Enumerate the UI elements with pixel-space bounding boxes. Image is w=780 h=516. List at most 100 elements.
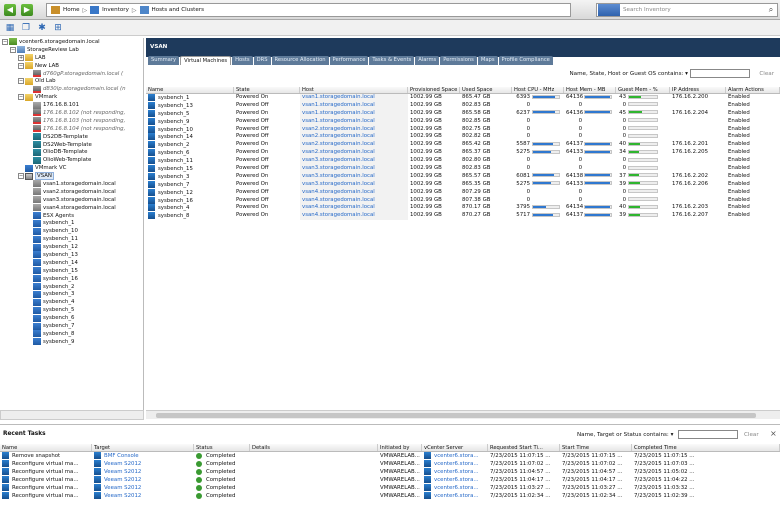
tree-item[interactable]: − VSAN: [0, 172, 143, 181]
column-header[interactable]: Host CPU - MHz: [512, 87, 564, 93]
tree-item[interactable]: sysbench_13: [0, 251, 143, 259]
task-vcenter-link[interactable]: vcenter6.stora...: [434, 485, 479, 491]
tab-maps[interactable]: Maps: [477, 56, 498, 65]
column-header[interactable]: Provisioned Space: [408, 87, 460, 93]
tree-item[interactable]: − vcenter6.storagedomain.local: [0, 38, 143, 46]
tree-item[interactable]: vsan1.storagedomain.local: [0, 180, 143, 188]
tree-item[interactable]: sysbench_5: [0, 306, 143, 314]
tree-item[interactable]: 176.16.8.103 (not responding,: [0, 117, 143, 125]
table-row[interactable]: sysbench_4 Powered On vsan4.storagedomain.…: [146, 204, 780, 213]
task-vcenter-link[interactable]: vcenter6.stora...: [434, 461, 479, 467]
tree-item[interactable]: ESX Agents: [0, 212, 143, 220]
task-target[interactable]: BMF Console: [92, 452, 194, 460]
task-vcenter[interactable]: vcenter6.stora...: [422, 468, 488, 476]
new-vm-icon[interactable]: ❐: [20, 22, 32, 34]
tab-drs[interactable]: DRS: [253, 56, 271, 65]
table-row[interactable]: sysbench_8 Powered On vsan4.storagedomain.…: [146, 212, 780, 221]
task-row[interactable]: Reconfigure virtual ma... Veeam S2012 Comp…: [0, 468, 780, 476]
tree-item[interactable]: 176.16.8.104 (not responding,: [0, 125, 143, 133]
search-icon[interactable]: ⌕: [765, 4, 777, 16]
task-target-link[interactable]: Veeam S2012: [104, 469, 141, 475]
table-row[interactable]: sysbench_15 Powered Off vsan3.storagedomai…: [146, 165, 780, 173]
tree-item[interactable]: d760gP.storagedomain.local (: [0, 70, 143, 78]
search-scope-icon[interactable]: [598, 4, 620, 16]
task-target[interactable]: Veeam S2012: [92, 492, 194, 500]
task-vcenter-link[interactable]: vcenter6.stora...: [434, 469, 479, 475]
column-header[interactable]: IP Address: [670, 87, 726, 93]
vm-name-cell[interactable]: sysbench_10: [146, 125, 234, 134]
task-target[interactable]: Veeam S2012: [92, 460, 194, 468]
tree-item[interactable]: − Old Lab: [0, 77, 143, 85]
column-header[interactable]: Host: [300, 87, 408, 93]
vm-name-cell[interactable]: sysbench_6: [146, 149, 234, 157]
tree-item[interactable]: + LAB: [0, 54, 143, 62]
vm-name-cell[interactable]: sysbench_9: [146, 117, 234, 126]
vm-host[interactable]: vsan2.storagedomain.local: [300, 125, 408, 134]
collapse-icon[interactable]: −: [2, 38, 8, 45]
collapse-icon[interactable]: −: [18, 78, 24, 85]
tree-item[interactable]: sysbench_8: [0, 330, 143, 338]
tree-item[interactable]: − StorageReview Lab: [0, 46, 143, 54]
column-header[interactable]: Guest Mem - %: [616, 87, 670, 93]
task-row[interactable]: Reconfigure virtual ma... Veeam S2012 Comp…: [0, 476, 780, 484]
task-target-link[interactable]: Veeam S2012: [104, 461, 141, 467]
tree-item[interactable]: d830lp.storagedomain.local (n: [0, 85, 143, 93]
vm-name-cell[interactable]: sysbench_8: [146, 212, 234, 220]
column-header[interactable]: Status: [194, 444, 250, 451]
vm-name-cell[interactable]: sysbench_13: [146, 101, 234, 110]
vm-host[interactable]: vsan2.storagedomain.local: [300, 133, 408, 142]
tree-item[interactable]: sysbench_2: [0, 283, 143, 291]
tab-summary[interactable]: Summary: [148, 56, 180, 65]
table-row[interactable]: sysbench_13 Powered Off vsan1.storagedomai…: [146, 101, 780, 110]
tree-item[interactable]: 176.16.8.102 (not responding,: [0, 109, 143, 117]
task-target-link[interactable]: BMF Console: [104, 453, 139, 459]
clear-link[interactable]: Clear: [759, 71, 774, 77]
vm-name-cell[interactable]: sysbench_11: [146, 157, 234, 165]
vm-host[interactable]: vsan4.storagedomain.local: [300, 204, 408, 213]
column-header[interactable]: Completed Time: [632, 444, 780, 451]
column-header[interactable]: State: [234, 87, 300, 93]
table-row[interactable]: sysbench_3 Powered On vsan3.storagedomain.…: [146, 172, 780, 181]
tree-item[interactable]: sysbench_4: [0, 298, 143, 306]
task-vcenter[interactable]: vcenter6.stora...: [422, 492, 488, 500]
table-scrollbar[interactable]: [146, 410, 780, 419]
task-target[interactable]: Veeam S2012: [92, 468, 194, 476]
tree-item[interactable]: sysbench_15: [0, 267, 143, 275]
breadcrumb-inventory[interactable]: Inventory: [102, 7, 129, 13]
vm-name-cell[interactable]: sysbench_3: [146, 172, 234, 181]
tasks-clear-link[interactable]: Clear: [744, 432, 759, 438]
vm-name-cell[interactable]: sysbench_2: [146, 141, 234, 149]
vm-host[interactable]: vsan1.storagedomain.local: [300, 109, 408, 118]
vm-host[interactable]: vsan1.storagedomain.local: [300, 94, 408, 102]
vm-host[interactable]: vsan3.storagedomain.local: [300, 172, 408, 181]
task-row[interactable]: Reconfigure virtual ma... Veeam S2012 Comp…: [0, 460, 780, 468]
search-input[interactable]: Search Inventory: [623, 7, 765, 13]
collapse-icon[interactable]: −: [18, 62, 24, 69]
table-row[interactable]: sysbench_14 Powered Off vsan2.storagedomai…: [146, 133, 780, 142]
vm-host[interactable]: vsan4.storagedomain.local: [300, 196, 408, 205]
vm-host[interactable]: vsan4.storagedomain.local: [300, 188, 408, 197]
vm-name-cell[interactable]: sysbench_7: [146, 180, 234, 189]
task-target[interactable]: Veeam S2012: [92, 476, 194, 484]
collapse-icon[interactable]: −: [18, 173, 24, 180]
filter-input[interactable]: [690, 69, 750, 78]
tree-item[interactable]: − New LAB: [0, 62, 143, 70]
vm-host[interactable]: vsan3.storagedomain.local: [300, 157, 408, 166]
vm-host[interactable]: vsan1.storagedomain.local: [300, 117, 408, 126]
column-header[interactable]: Details: [250, 444, 378, 451]
column-header[interactable]: Start Time: [560, 444, 632, 451]
forward-button[interactable]: ▶: [21, 4, 33, 16]
scrollbar-thumb[interactable]: [156, 413, 756, 418]
vm-name-cell[interactable]: sysbench_12: [146, 188, 234, 197]
tree-item[interactable]: VMmark VC: [0, 164, 143, 172]
tab-profile-compliance[interactable]: Profile Compliance: [498, 56, 553, 65]
tree-item[interactable]: vsan2.storagedomain.local: [0, 188, 143, 196]
vm-name-cell[interactable]: sysbench_16: [146, 196, 234, 205]
table-row[interactable]: sysbench_16 Powered Off vsan4.storagedomai…: [146, 196, 780, 205]
table-row[interactable]: sysbench_5 Powered On vsan1.storagedomain.…: [146, 109, 780, 118]
column-header[interactable]: Name: [146, 87, 234, 93]
tab-performance[interactable]: Performance: [329, 56, 369, 65]
vm-host[interactable]: vsan3.storagedomain.local: [300, 180, 408, 189]
tab-resource-allocation[interactable]: Resource Allocation: [271, 56, 329, 65]
tree-item[interactable]: sysbench_1: [0, 219, 143, 227]
